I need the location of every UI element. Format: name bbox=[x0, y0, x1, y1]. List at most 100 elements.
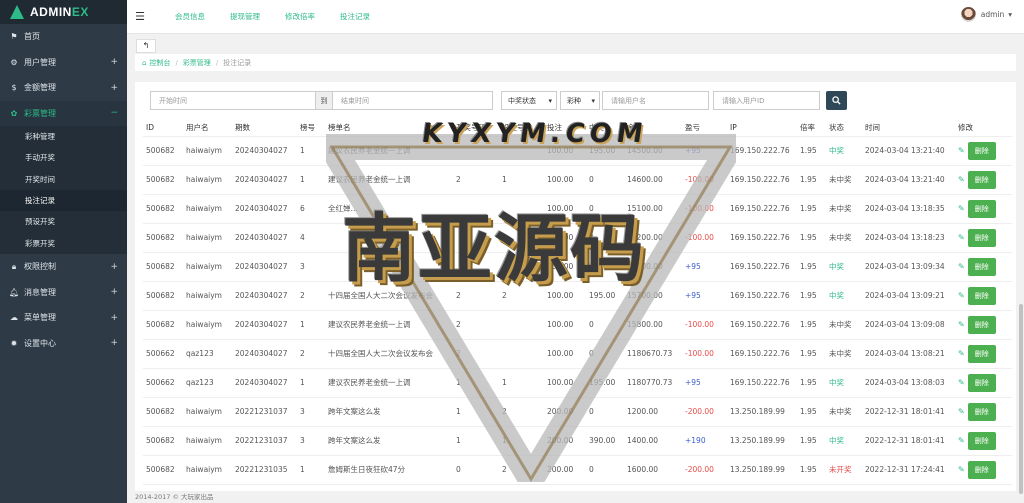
sidebar-subitem[interactable]: 开奖时间 bbox=[0, 169, 127, 190]
breadcrumb-section[interactable]: 彩票管理 bbox=[183, 58, 211, 68]
dollar-icon: $ bbox=[11, 83, 17, 93]
breadcrumb-home[interactable]: 控制台 bbox=[149, 58, 170, 68]
sidebar-subitem[interactable]: 彩种管理 bbox=[0, 126, 127, 147]
cell-actions: ✎ 删除 bbox=[955, 426, 1012, 456]
cell-pl: +95 bbox=[682, 281, 727, 311]
sidebar-item-label: 金额管理 bbox=[24, 83, 56, 93]
edit-icon[interactable]: ✎ bbox=[958, 204, 965, 213]
user-menu[interactable]: admin ▾ bbox=[960, 7, 1012, 22]
cell-pl: -100.00 bbox=[682, 339, 727, 369]
main-content: ↰ ⌂ 控制台 / 彩票管理 / 投注记录 开始时间 到 结束时间 中奖状态 彩… bbox=[127, 34, 1024, 503]
cell-ip: 169.150.222.76 bbox=[727, 310, 797, 340]
search-button[interactable] bbox=[826, 91, 847, 110]
cell-id: 500682 bbox=[143, 310, 183, 340]
column-header: 榜单名 bbox=[325, 120, 453, 137]
cell-ip: 13.250.189.99 bbox=[727, 397, 797, 427]
cell-bet: 100.00 bbox=[544, 310, 586, 340]
delete-button[interactable]: 删除 bbox=[967, 257, 996, 276]
edit-icon[interactable]: ✎ bbox=[958, 349, 965, 358]
sidebar-subitem[interactable]: 投注记录 bbox=[0, 189, 127, 212]
delete-button[interactable]: 删除 bbox=[967, 460, 996, 479]
top-link[interactable]: 会员信息 bbox=[175, 11, 205, 22]
sidebar-item[interactable]: ☁ 菜单管理 + bbox=[0, 305, 127, 331]
cell-name: 跨年文案这么发 bbox=[325, 397, 453, 427]
cell-actions: ✎ 删除 bbox=[955, 223, 1012, 253]
brand-logo[interactable]: ADMINEX bbox=[0, 0, 127, 24]
cell-status: 未开奖 bbox=[826, 455, 862, 485]
table-row: 500662 qaz123 20240304027 1 建议农民养老金统一上调 1 1 100… bbox=[143, 368, 1012, 398]
cell-rate: 1.95 bbox=[797, 223, 826, 253]
cell-draw bbox=[453, 136, 499, 166]
edit-icon[interactable]: ✎ bbox=[958, 465, 965, 474]
cell-time: 2022-12-31 18:01:41 bbox=[862, 426, 955, 456]
sidebar-item[interactable]: 🔔︎ 消息管理 + bbox=[0, 279, 127, 305]
delete-button[interactable]: 删除 bbox=[967, 315, 996, 334]
userid-input[interactable]: 请输入用户ID bbox=[713, 91, 820, 110]
sidebar-item[interactable]: 🔒︎ 权限控制 + bbox=[0, 254, 127, 280]
delete-button[interactable]: 删除 bbox=[967, 431, 996, 450]
delete-button[interactable]: 删除 bbox=[967, 344, 996, 363]
edit-icon[interactable]: ✎ bbox=[958, 407, 965, 416]
edit-icon[interactable]: ✎ bbox=[958, 233, 965, 242]
cell-draw bbox=[453, 252, 499, 282]
edit-icon[interactable]: ✎ bbox=[958, 262, 965, 271]
sidebar-item[interactable]: ✿ 彩票管理 − bbox=[0, 100, 127, 126]
edit-icon[interactable]: ✎ bbox=[958, 146, 965, 155]
cell-bet-no: 2 bbox=[499, 397, 544, 427]
edit-icon[interactable]: ✎ bbox=[958, 436, 965, 445]
cell-bet-no bbox=[499, 194, 544, 224]
cell-draw: 2 bbox=[453, 165, 499, 195]
start-time-input[interactable]: 开始时间 bbox=[150, 91, 316, 110]
cell-balance: 14600.00 bbox=[624, 165, 682, 195]
edit-icon[interactable]: ✎ bbox=[958, 320, 965, 329]
cell-win: 0 bbox=[586, 165, 624, 195]
sidebar-subitem[interactable]: 预设开奖 bbox=[0, 211, 127, 232]
scrollbar[interactable] bbox=[1018, 34, 1024, 503]
range-separator: 到 bbox=[316, 91, 332, 110]
cell-name: 十四届全国人大二次会议发布会 bbox=[325, 339, 453, 369]
cell-period: 20221231035 bbox=[232, 455, 297, 485]
cell-status: 中奖 bbox=[826, 426, 862, 456]
edit-icon[interactable]: ✎ bbox=[958, 175, 965, 184]
status-select[interactable]: 中奖状态 bbox=[501, 91, 557, 110]
cell-bet-no: 2 bbox=[499, 455, 544, 485]
table-header-row: ID 用户名 期数 榜号 榜单名 开奖号码 投注号码 投注 中奖 余额 盈亏 IP 倍率 状态 时间 修改 bbox=[143, 120, 1012, 137]
cell-actions: ✎ 删除 bbox=[955, 310, 1012, 340]
sidebar-subitem[interactable]: 彩票开奖 bbox=[0, 232, 127, 253]
cell-rank: 1 bbox=[297, 368, 325, 398]
sidebar-subitem[interactable]: 手动开奖 bbox=[0, 147, 127, 168]
edit-icon[interactable]: ✎ bbox=[958, 378, 965, 387]
sidebar-item-label: 首页 bbox=[24, 32, 40, 42]
sidebar-item[interactable]: ⚙ 用户管理 + bbox=[0, 50, 127, 76]
cell-balance: 1200.00 bbox=[624, 397, 682, 427]
edit-icon[interactable]: ✎ bbox=[958, 291, 965, 300]
delete-button[interactable]: 删除 bbox=[967, 170, 996, 189]
top-link[interactable]: 提现管理 bbox=[230, 11, 260, 22]
cell-user: haiwaiym bbox=[183, 455, 232, 485]
scrollbar-thumb[interactable] bbox=[1019, 304, 1023, 494]
back-button[interactable]: ↰ bbox=[136, 39, 156, 53]
sidebar-item[interactable]: ✹ 设置中心 + bbox=[0, 330, 127, 356]
cell-draw: 0 bbox=[453, 455, 499, 485]
delete-button[interactable]: 删除 bbox=[967, 402, 996, 421]
delete-button[interactable]: 删除 bbox=[967, 286, 996, 305]
cell-name: 跨年文案这么发 bbox=[325, 426, 453, 456]
top-link[interactable]: 投注记录 bbox=[340, 11, 370, 22]
column-header: 榜号 bbox=[297, 120, 325, 137]
home-icon: ⌂ bbox=[142, 58, 147, 67]
end-time-input[interactable]: 结束时间 bbox=[332, 91, 493, 110]
cell-actions: ✎ 删除 bbox=[955, 368, 1012, 398]
table-row: 500682 haiwaiym 20240304027 3 100.00 195.00 15… bbox=[143, 252, 1012, 282]
expand-icon: + bbox=[110, 57, 118, 68]
delete-button[interactable]: 删除 bbox=[967, 199, 996, 218]
sidebar-item[interactable]: $ 金额管理 + bbox=[0, 75, 127, 101]
delete-button[interactable]: 删除 bbox=[967, 228, 996, 247]
delete-button[interactable]: 删除 bbox=[967, 141, 996, 160]
sidebar-item[interactable]: ⚑ 首页 bbox=[0, 24, 127, 50]
hamburger-menu-icon[interactable]: ☰ bbox=[127, 10, 153, 23]
cell-actions: ✎ 删除 bbox=[955, 397, 1012, 427]
top-link[interactable]: 修改倍率 bbox=[285, 11, 315, 22]
username-input[interactable]: 请输用户名 bbox=[602, 91, 709, 110]
delete-button[interactable]: 删除 bbox=[967, 373, 996, 392]
lottery-select[interactable]: 彩种 bbox=[560, 91, 600, 110]
